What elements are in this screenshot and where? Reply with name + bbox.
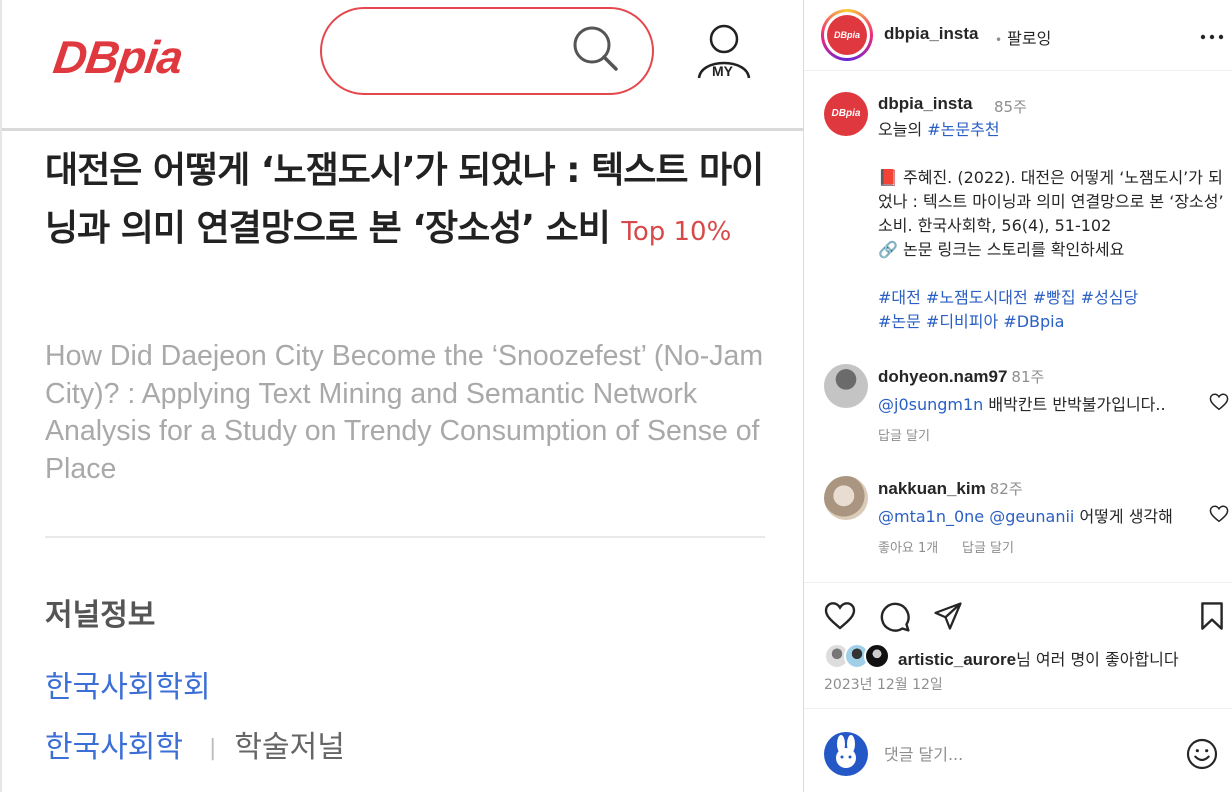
top-badge: Top 10% bbox=[621, 217, 732, 247]
bookmark-icon[interactable] bbox=[1200, 601, 1224, 631]
comment-text: @j0sungm1n 배박칸트 반박불가입니다.. bbox=[878, 395, 1166, 414]
journal-row: 한국사회학 | 학술저널 bbox=[45, 722, 345, 766]
paper-subtitle: How Did Daejeon City Become the ‘Snoozef… bbox=[45, 340, 764, 485]
comment-username[interactable]: nakkuan_kim 82주 bbox=[878, 478, 1023, 499]
reply-button[interactable]: 답글 달기 bbox=[878, 425, 930, 444]
caption-username[interactable]: dbpia_insta bbox=[878, 94, 972, 114]
caption-citation: 📕 주혜진. (2022). 대전은 어떻게 ‘노잼도시’가 되었나 : 텍스트… bbox=[878, 168, 1224, 235]
content-divider bbox=[45, 536, 765, 538]
comment-avatar[interactable] bbox=[824, 364, 868, 408]
comment-username[interactable]: dohyeon.nam97 81주 bbox=[878, 366, 1044, 387]
comment-like-icon[interactable] bbox=[1209, 393, 1229, 411]
hashtag-link[interactable]: #논문추천 bbox=[927, 120, 999, 139]
separator: | bbox=[209, 736, 217, 761]
more-options-icon[interactable] bbox=[1200, 34, 1224, 40]
post-date[interactable]: 2023년 12월 12일 bbox=[824, 674, 943, 694]
reply-button[interactable]: 답글 달기 bbox=[962, 537, 1014, 556]
share-icon[interactable] bbox=[932, 601, 964, 631]
caption-body: 오늘의 #논문추천 📕 주혜진. (2022). 대전은 어떻게 ‘노잼도시’가… bbox=[878, 118, 1228, 334]
likes-summary: artistic_aurore님 여러 명이 좋아합니다 bbox=[824, 643, 1224, 671]
emoji-icon[interactable] bbox=[1186, 738, 1218, 770]
caption-link-note: 🔗 논문 링크는 스토리를 확인하세요 bbox=[878, 240, 1125, 259]
like-icon[interactable] bbox=[824, 601, 856, 631]
journal-type: 학술저널 bbox=[234, 730, 345, 765]
header-divider bbox=[2, 128, 803, 131]
hashtags-line-1[interactable]: #대전 #노잼도시대전 #빵집 #성심당 bbox=[878, 286, 1228, 310]
comment-mention[interactable]: @j0sungm1n bbox=[878, 395, 983, 414]
comment-mention[interactable]: @mta1n_0ne @geunanii bbox=[878, 507, 1074, 526]
search-icon bbox=[573, 26, 618, 71]
hashtags-line-2[interactable]: #논문 #디비피아 #DBpia bbox=[878, 310, 1228, 334]
comment-divider bbox=[804, 708, 1232, 709]
dbpia-logo: DBpia bbox=[50, 31, 186, 83]
comment-likes-count[interactable]: 좋아요 1개 bbox=[878, 537, 938, 556]
actions-divider bbox=[804, 582, 1232, 583]
paper-title: 대전은 어떻게 ‘노잼도시’가 되었나 : 텍스트 마이닝과 의미 연결망으로 … bbox=[45, 142, 765, 261]
post-header: DBpia dbpia_insta • 팔로잉 bbox=[804, 0, 1232, 71]
comment-avatar[interactable] bbox=[824, 476, 868, 520]
post-sidebar: DBpia dbpia_insta • 팔로잉 DBpia dbpia_inst… bbox=[803, 0, 1232, 792]
comment-input[interactable] bbox=[884, 740, 1174, 768]
section-heading: 저널정보 bbox=[45, 598, 156, 633]
caption-avatar[interactable]: DBpia bbox=[824, 92, 868, 136]
rabbit-icon bbox=[836, 735, 856, 768]
journal-name: 한국사회학 bbox=[45, 730, 183, 765]
caption-time[interactable]: 85주 bbox=[994, 96, 1027, 117]
profile-avatar: DBpia bbox=[827, 15, 867, 55]
current-user-avatar bbox=[824, 732, 868, 776]
likes-text[interactable]: artistic_aurore님 여러 명이 좋아합니다 bbox=[898, 646, 1179, 670]
comment-icon[interactable] bbox=[879, 601, 911, 633]
my-label: MY bbox=[712, 63, 733, 79]
post-image: DBpia MY 대전은 어떻게 ‘노잼도시’가 되었나 : 텍스트 마이닝과 … bbox=[0, 0, 803, 792]
follow-status[interactable]: • 팔로잉 bbox=[995, 25, 1051, 49]
publisher-name: 한국사회학회 bbox=[45, 670, 211, 705]
header-username[interactable]: dbpia_insta bbox=[884, 24, 978, 44]
liker-avatar[interactable] bbox=[864, 643, 890, 669]
profile-avatar-ring[interactable]: DBpia bbox=[821, 9, 873, 61]
comment-text: @mta1n_0ne @geunanii 어떻게 생각해 bbox=[878, 507, 1173, 526]
comment-like-icon[interactable] bbox=[1209, 505, 1229, 523]
